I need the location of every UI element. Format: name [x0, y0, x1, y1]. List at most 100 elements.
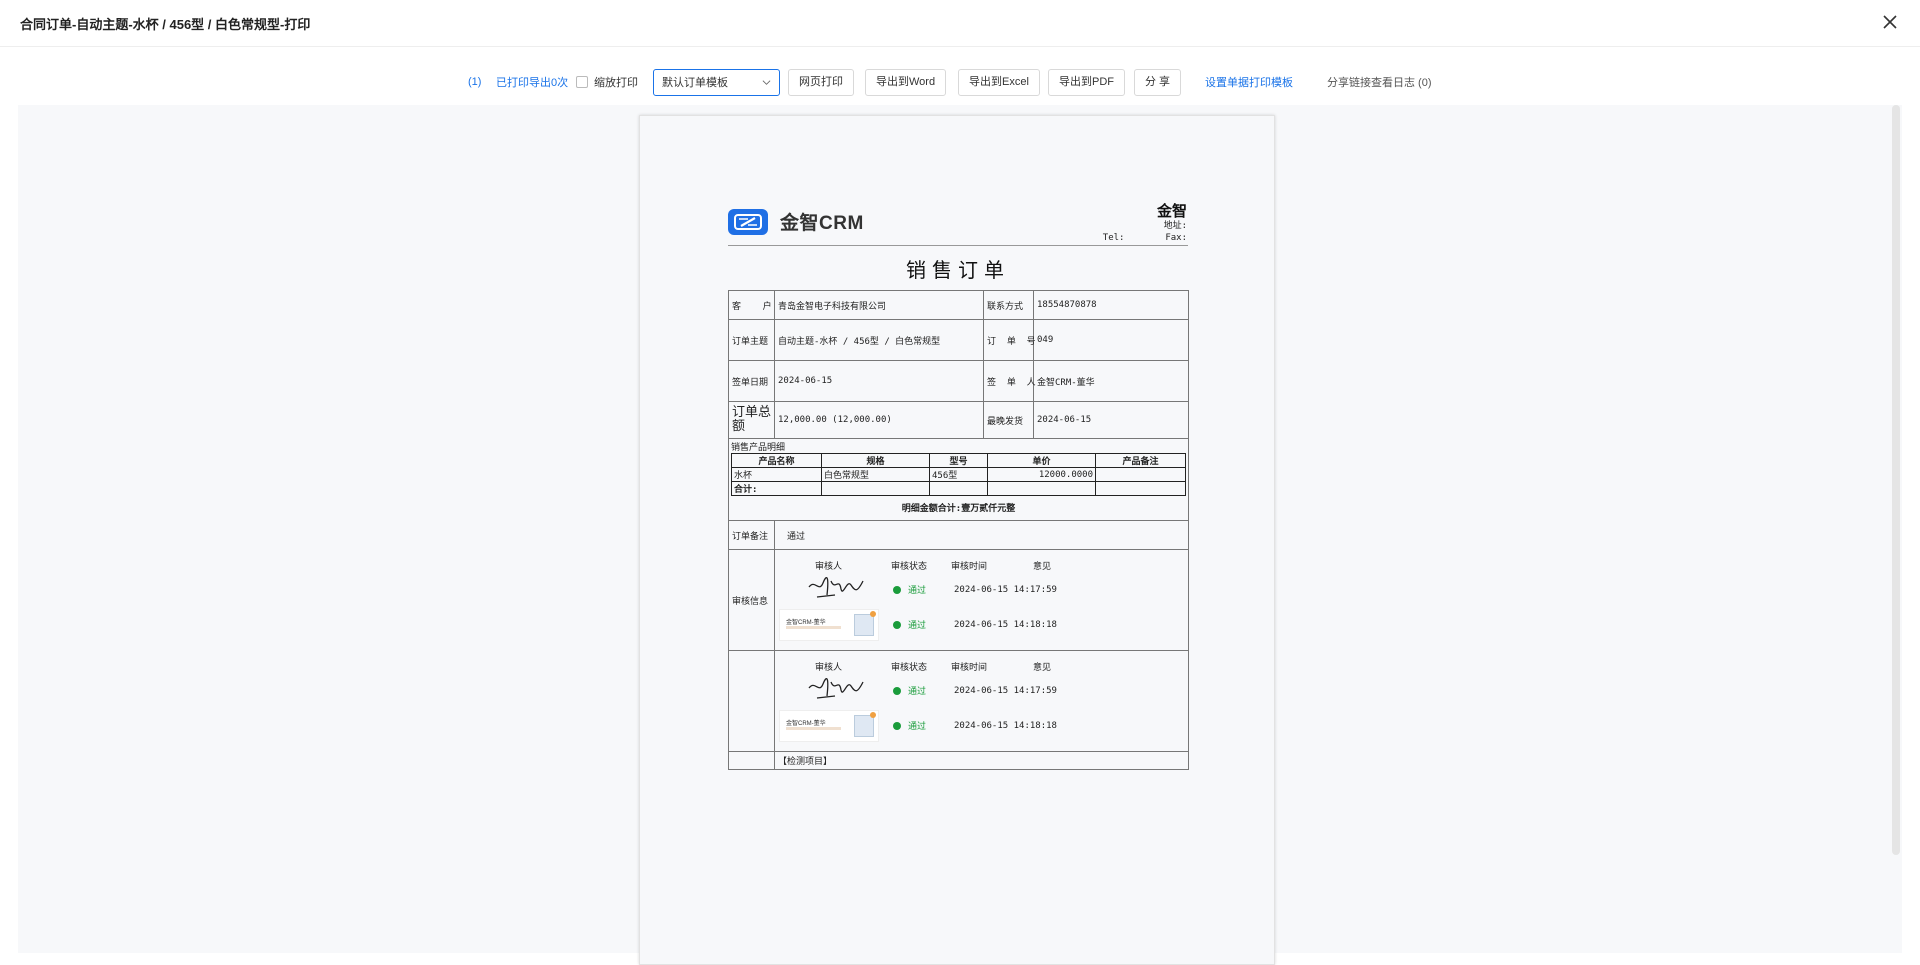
total-label: 订单总额 — [728, 401, 775, 439]
items-header: 单价 — [987, 453, 1096, 468]
order-document: 金智CRM 金智 地址: Tel: Fax: 销售订单 客 户 青岛金智电子科技… — [728, 203, 1189, 770]
scale-print-label: 缩放打印 — [594, 77, 638, 89]
template-select-wrap: 默认订单模板 — [653, 68, 780, 96]
fax-label: Fax: — [1165, 233, 1187, 243]
order-no-label: 订 单 号 — [983, 319, 1036, 361]
export-word-button[interactable]: 导出到Word — [865, 68, 947, 96]
logo-mark-icon — [728, 208, 768, 235]
items-total-row: 合计: — [731, 481, 1186, 496]
checkbox-box[interactable] — [576, 76, 588, 88]
order-no-value: 049 — [1033, 319, 1189, 361]
audit-time: 2024-06-15 14:18:18 — [954, 619, 1057, 630]
inspection-items: 【检测项目】 — [774, 751, 1189, 770]
approval-stamp-image: 金智CRM-董华 — [779, 608, 879, 641]
remark-label: 订单备注 — [728, 520, 775, 550]
status-dot — [893, 686, 901, 695]
scale-print-checkbox[interactable]: 缩放打印 — [576, 68, 638, 96]
item-spec: 白色常规型 — [821, 467, 930, 482]
audit-time: 2024-06-15 14:17:59 — [954, 584, 1057, 595]
company-name: 金智 — [1156, 203, 1187, 220]
audit-row: 通过 2024-06-15 14:17:59 — [775, 673, 1188, 708]
item-model: 456型 — [929, 467, 988, 482]
audit-row: 通过 2024-06-15 14:17:59 — [775, 572, 1188, 607]
avatar — [854, 613, 874, 636]
print-toolbar: (1) 已打印导出0次 缩放打印 默认订单模板 网页打印 导出到Word 导出到… — [0, 68, 1920, 96]
contact-value: 18554870878 — [1033, 290, 1189, 320]
audit-header: 审核人 审核状态 审核时间 意见 — [775, 659, 1188, 673]
print-page: 金智CRM 金智 地址: Tel: Fax: 销售订单 客 户 青岛金智电子科技… — [639, 115, 1275, 965]
audit-block: 审核人 审核状态 审核时间 意见 通过 2024-06-15 14:17:59 — [774, 650, 1189, 752]
template-select[interactable]: 默认订单模板 — [653, 68, 780, 96]
audit-header-reviewer: 审核人 — [815, 561, 843, 572]
document-title: 销售订单 — [906, 260, 1010, 282]
audit-header: 审核人 审核状态 审核时间 意见 — [775, 558, 1188, 572]
stamp-text: 金智CRM-董华 — [786, 720, 826, 727]
total-value: 12,000.00 (12,000.00) — [774, 401, 984, 439]
audit-time: 2024-06-15 14:17:59 — [954, 685, 1057, 696]
close-icon[interactable] — [1878, 10, 1902, 34]
stamp-text: 金智CRM-董华 — [786, 619, 826, 626]
signer-value: 金智CRM-董华 — [1033, 360, 1189, 402]
audit-status: 通过 — [908, 586, 927, 596]
audit-row: 金智CRM-董华 通过 2024-06-15 14:18:18 — [775, 607, 1188, 642]
logo-text: 金智CRM — [780, 213, 864, 234]
items-section-label: 销售产品明细 — [731, 443, 786, 453]
status-dot — [893, 585, 901, 594]
items-header: 产品备注 — [1095, 453, 1186, 468]
customer-label: 客 户 — [728, 290, 775, 320]
export-excel-button[interactable]: 导出到Excel — [958, 68, 1040, 96]
item-name: 水杯 — [731, 467, 822, 482]
contact-label: 联系方式 — [983, 290, 1034, 320]
audit-header-status: 审核状态 — [891, 561, 928, 572]
items-header: 产品名称 — [731, 453, 822, 468]
remark-value: 通过 — [774, 520, 1189, 550]
subject-value: 自动主题-水杯 / 456型 / 白色常规型 — [774, 319, 984, 361]
sign-date-value: 2024-06-15 — [774, 360, 984, 402]
signer-label: 签 单 人 — [983, 360, 1036, 402]
items-table: 产品名称 规格 型号 单价 产品备注 水杯 白色常规型 456型 12000.0… — [731, 453, 1186, 496]
approval-stamp-image: 金智CRM-董华 — [779, 709, 879, 742]
dialog-title: 合同订单-自动主题-水杯 / 456型 / 白色常规型-打印 — [20, 17, 311, 32]
audit-label: 审核信息 — [728, 549, 775, 651]
print-count: (1) — [468, 76, 482, 88]
items-header: 型号 — [929, 453, 988, 468]
order-table: 客 户 青岛金智电子科技有限公司 联系方式 18554870878 订单主题 自… — [728, 290, 1189, 770]
scrollbar[interactable] — [1892, 105, 1900, 855]
audit-status: 通过 — [908, 621, 927, 631]
audit-header-time: 审核时间 — [951, 561, 988, 572]
signature-image — [775, 573, 893, 606]
chevron-down-icon — [762, 79, 771, 85]
items-total-label: 合计: — [731, 481, 822, 496]
template-select-value: 默认订单模板 — [662, 77, 728, 89]
items-section: 销售产品明细 产品名称 规格 型号 单价 产品备注 水杯 白色常规型 456型 … — [728, 438, 1189, 521]
audit-header-status: 审核状态 — [891, 662, 928, 673]
letterhead: 金智CRM 金智 地址: Tel: Fax: — [728, 203, 1188, 246]
avatar — [854, 714, 874, 737]
audit-header-reviewer: 审核人 — [815, 662, 843, 673]
ship-value: 2024-06-15 — [1033, 401, 1189, 439]
customer-value: 青岛金智电子科技有限公司 — [774, 290, 984, 320]
share-log-link[interactable]: 分享链接查看日志 (0) — [1327, 68, 1432, 96]
share-button[interactable]: 分 享 — [1134, 68, 1182, 96]
sign-date-label: 签单日期 — [728, 360, 775, 402]
audit-header-opinion: 意见 — [1033, 662, 1052, 673]
table-row: 水杯 白色常规型 456型 12000.0000 — [731, 467, 1186, 482]
address-label: 地址: — [1163, 221, 1187, 231]
audit-header-time: 审核时间 — [951, 662, 988, 673]
audit-row: 金智CRM-董华 通过 2024-06-15 14:18:18 — [775, 708, 1188, 743]
export-pdf-button[interactable]: 导出到PDF — [1048, 68, 1125, 96]
printed-times-link[interactable]: 已打印导出0次 — [496, 68, 568, 96]
item-price: 12000.0000 — [987, 467, 1096, 482]
print-preview-area: 金智CRM 金智 地址: Tel: Fax: 销售订单 客 户 青岛金智电子科技… — [18, 105, 1902, 965]
company-logo: 金智CRM — [728, 208, 864, 235]
audit-status: 通过 — [908, 722, 927, 732]
audit-header-opinion: 意见 — [1033, 561, 1052, 572]
set-print-template-link[interactable]: 设置单据打印模板 — [1205, 68, 1293, 96]
audit-block: 审核人 审核状态 审核时间 意见 通过 2024-06-15 14:17:59 — [774, 549, 1189, 651]
item-remark — [1095, 467, 1186, 482]
dialog-header: 合同订单-自动主题-水杯 / 456型 / 白色常规型-打印 — [0, 0, 1920, 47]
tel-fax-row: Tel: Fax: — [1103, 232, 1187, 244]
web-print-button[interactable]: 网页打印 — [788, 68, 854, 96]
tel-label: Tel: — [1102, 233, 1125, 243]
ship-label: 最晚发货 — [983, 401, 1034, 439]
